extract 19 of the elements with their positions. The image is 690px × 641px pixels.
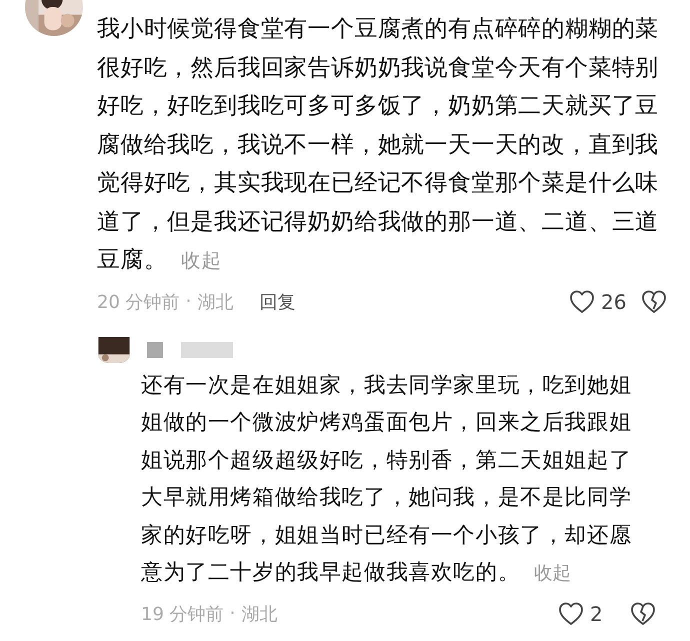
heart-icon[interactable] bbox=[558, 600, 584, 626]
comment-text: 我小时候觉得食堂有一个豆腐煮的有点碎碎的糊糊的菜很好吃，然后我回家告诉奶奶我说食堂今天有个菜特别好吃，好吃到我吃可多可多饭了，奶奶第二天就买了豆腐做给我吃，我说不一样，她就一天一天的改，直到我觉得好吃，其实我现在已经记不得食堂那个菜是什么味道了，但是我还记得奶奶给我做的那一道、二道、三道豆腐。 收起 bbox=[97, 15, 660, 275]
broken-heart-icon[interactable] bbox=[630, 600, 656, 626]
heart-icon[interactable] bbox=[569, 288, 595, 314]
broken-heart-icon[interactable] bbox=[641, 288, 667, 314]
blurred-name bbox=[147, 342, 163, 358]
comment-location: 湖北 bbox=[197, 290, 234, 314]
comment-time: 19 分钟前 bbox=[141, 602, 224, 626]
comment-text: 还有一次是在姐姐家，我去同学家里玩，吃到她姐姐做的一个微波炉烤鸡蛋面包片，回来之后我跟姐姐说那个超级超级好吃，特别香，第二天姐姐起了大早就用烤箱做给我吃了，她问我，是不是比同学家的好吃呀，姐姐当时已经有一个小孩了，却还愿意为了二十岁的我早起做我喜欢吃的。 收起 bbox=[141, 372, 633, 587]
collapse-link[interactable]: 收起 bbox=[181, 249, 222, 272]
collapse-link[interactable]: 收起 bbox=[534, 563, 571, 584]
reply-link[interactable]: 回复 bbox=[259, 290, 296, 314]
blurred-name bbox=[181, 342, 233, 358]
comment-time: 20 分钟前 bbox=[97, 290, 180, 314]
separator-dot: · bbox=[230, 603, 236, 624]
comment-location: 湖北 bbox=[241, 602, 278, 626]
separator-dot: · bbox=[186, 291, 192, 312]
like-count: 26 bbox=[601, 290, 628, 314]
like-count: 2 bbox=[590, 602, 604, 626]
